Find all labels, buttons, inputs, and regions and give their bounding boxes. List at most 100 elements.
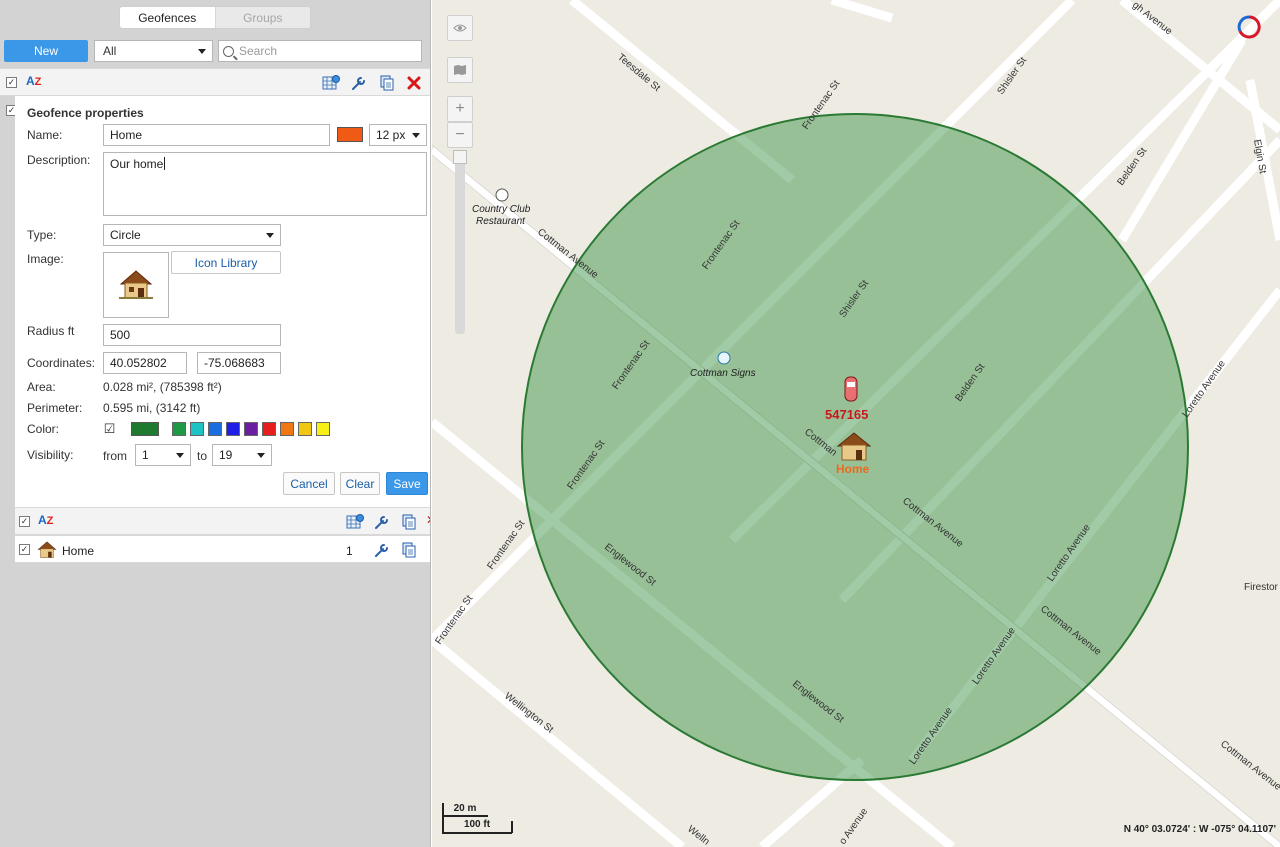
house-door	[856, 450, 862, 460]
delete-icon[interactable]: ✕	[426, 513, 430, 527]
search-placeholder: Search	[239, 44, 278, 58]
select-all-checkbox[interactable]: ✓	[19, 516, 30, 527]
type-select[interactable]: Circle	[103, 224, 281, 246]
house-body	[841, 444, 867, 461]
list-header: ✓ AZ	[0, 68, 430, 96]
visibility-from-value: 1	[142, 448, 149, 462]
geofence-list-header: ✓ AZ ✕	[15, 507, 430, 535]
chevron-down-icon	[198, 49, 206, 54]
map-view[interactable]: Teesdale St Frontenac St Frontenac St Fr…	[432, 0, 1280, 847]
clear-button[interactable]: Clear	[340, 472, 380, 495]
color-swatch[interactable]	[172, 422, 186, 436]
visibility-from-select[interactable]: 1	[135, 444, 191, 466]
color-swatch[interactable]	[280, 422, 294, 436]
line-color-fill	[338, 128, 362, 141]
list-item-count: 1	[346, 544, 353, 558]
type-label: Type:	[27, 228, 57, 242]
color-label: Color:	[27, 422, 60, 436]
copy-icon[interactable]	[400, 541, 418, 559]
cursor-coordinates: N 40° 03.0724' : W -075° 04.1107'	[1123, 824, 1276, 835]
description-field[interactable]: Our home	[103, 152, 427, 216]
from-label: from	[103, 449, 127, 463]
color-swatch[interactable]	[244, 422, 258, 436]
cancel-button[interactable]: Cancel	[283, 472, 335, 495]
zoom-out-button[interactable]: −	[447, 122, 473, 148]
wrench-icon[interactable]	[373, 541, 391, 559]
icon-library-button[interactable]: Icon Library	[171, 251, 281, 274]
name-label: Name:	[27, 128, 63, 142]
sort-az-icon[interactable]: AZ	[26, 74, 41, 88]
copy-icon[interactable]	[378, 74, 396, 92]
visibility-to-value: 19	[219, 448, 233, 462]
line-color-swatch[interactable]	[337, 127, 363, 142]
color-swatch[interactable]	[226, 422, 240, 436]
poi-label: Cottman Signs	[690, 368, 756, 379]
color-swatch[interactable]	[298, 422, 312, 436]
tab-geofences[interactable]: Geofences	[120, 7, 216, 28]
panel-tabs: Geofences Groups	[119, 6, 311, 29]
new-geofence-button[interactable]: New	[4, 40, 88, 62]
scale-tick	[511, 821, 513, 833]
color-swatch[interactable]	[316, 422, 330, 436]
delete-icon[interactable]	[405, 74, 423, 92]
wrench-icon[interactable]	[350, 74, 368, 92]
tab-groups[interactable]: Groups	[216, 7, 311, 28]
street-label-cottman: Cottman Avenue	[1218, 739, 1280, 793]
street-label-frontenac: Frontenac St	[433, 593, 475, 646]
color-swatch[interactable]	[208, 422, 222, 436]
street-label-wellington: Wellington St	[502, 691, 555, 736]
form-title: Geofence properties	[27, 106, 144, 120]
filter-select[interactable]: All	[94, 40, 213, 62]
search-input[interactable]: Search	[218, 40, 422, 62]
name-field[interactable]: Home	[103, 124, 330, 146]
scale-imperial: 100 ft	[463, 819, 491, 830]
description-value: Our home	[110, 157, 164, 171]
map-scale: 20 m 100 ft	[442, 803, 514, 834]
street-label-loretto: Loretto Avenue	[1180, 358, 1228, 420]
list-item[interactable]: ✓ Home 1	[15, 535, 430, 563]
select-all-checkbox[interactable]: ✓	[6, 77, 17, 88]
to-label: to	[197, 449, 208, 463]
copy-icon[interactable]	[400, 513, 418, 531]
map-view-icon[interactable]	[346, 513, 364, 531]
perimeter-label: Perimeter:	[27, 401, 83, 415]
poi-label: Country Club	[472, 204, 531, 215]
map-layers-icon[interactable]	[447, 57, 473, 83]
item-checkbox[interactable]: ✓	[19, 544, 30, 555]
area-label: Area:	[27, 380, 56, 394]
scale-metric: 20 m	[453, 803, 477, 814]
chevron-down-icon	[412, 133, 420, 138]
current-color-swatch[interactable]	[131, 422, 159, 436]
color-checkbox[interactable]: ☑	[104, 421, 116, 436]
geofence-image[interactable]	[103, 252, 169, 318]
longitude-field[interactable]: -75.068683	[197, 352, 281, 374]
vehicle-label: 547165	[825, 407, 868, 422]
app-logo	[1236, 14, 1262, 40]
latitude-field[interactable]: 40.052802	[103, 352, 187, 374]
wrench-icon[interactable]	[373, 513, 391, 531]
save-button[interactable]: Save	[386, 472, 428, 495]
house-icon	[119, 270, 153, 299]
restaurant-icon	[495, 188, 509, 202]
street-label-wellington: Welln	[685, 824, 711, 847]
zoom-slider-handle[interactable]	[453, 150, 467, 164]
top-road	[830, 0, 894, 23]
type-value: Circle	[110, 228, 141, 242]
radius-field[interactable]: 500	[103, 324, 281, 346]
area-value: 0.028 mi², (785398 ft²)	[103, 380, 222, 394]
color-swatch[interactable]	[190, 422, 204, 436]
description-label: Description:	[27, 153, 91, 167]
eye-icon[interactable]	[447, 15, 473, 41]
geofence-properties-form: Geofence properties Name: Home 12 px Des…	[15, 96, 430, 507]
visibility-to-select[interactable]: 19	[212, 444, 272, 466]
search-icon	[223, 45, 234, 57]
map-view-icon[interactable]	[322, 74, 340, 92]
color-swatch[interactable]	[262, 422, 276, 436]
line-width-select[interactable]: 12 px	[369, 124, 427, 146]
car-icon	[844, 376, 858, 402]
map-canvas[interactable]: Teesdale St Frontenac St Frontenac St Fr…	[432, 0, 1280, 847]
zoom-in-button[interactable]: +	[447, 96, 473, 122]
panel-toolbar: New All Search	[0, 38, 430, 66]
zoom-slider[interactable]	[453, 150, 467, 334]
sort-az-icon[interactable]: AZ	[38, 513, 53, 527]
